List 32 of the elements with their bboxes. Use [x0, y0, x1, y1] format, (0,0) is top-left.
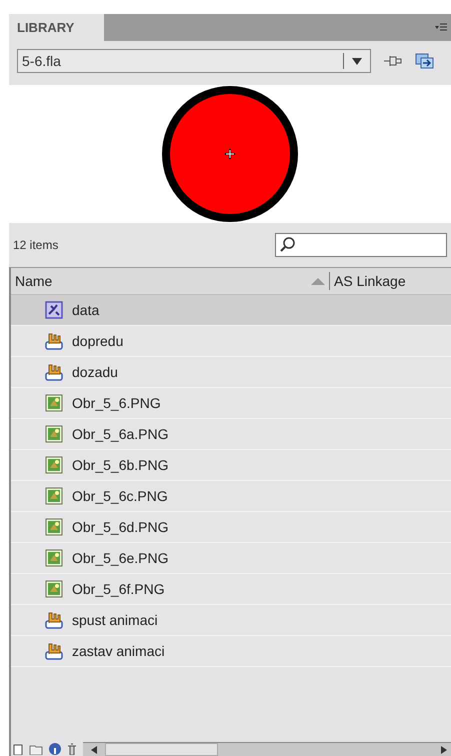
new-panel-icon[interactable]: [415, 53, 435, 69]
document-dropdown[interactable]: 5-6.fla: [17, 49, 371, 73]
image-icon: [45, 487, 63, 505]
scroll-left-icon[interactable]: [91, 746, 97, 754]
image-icon: [45, 518, 63, 536]
column-header[interactable]: AS Linkage: [334, 270, 451, 292]
horizontal-scrollbar[interactable]: [83, 742, 451, 756]
new-symbol-icon[interactable]: [13, 743, 23, 755]
caret-icon: [352, 58, 362, 64]
image-icon: [45, 394, 63, 412]
trash-icon[interactable]: [67, 743, 77, 755]
hand-icon: [45, 611, 63, 629]
folder-icon[interactable]: [29, 743, 43, 755]
image-icon: [45, 425, 63, 443]
image-icon: [45, 456, 63, 474]
panel-menu-icon[interactable]: [435, 22, 447, 32]
scroll-right-icon[interactable]: [441, 746, 447, 754]
scroll-thumb[interactable]: [105, 743, 218, 756]
info-icon[interactable]: [49, 743, 61, 755]
image-icon: [45, 580, 63, 598]
pin-icon[interactable]: [383, 53, 403, 69]
image-icon: [45, 549, 63, 567]
library-item[interactable]: data: [11, 295, 451, 326]
hand-icon: [45, 363, 63, 381]
item-count: 12 items: [13, 237, 60, 254]
hand-icon: [45, 332, 63, 350]
search-icon: [280, 237, 296, 253]
graphic-symbol-icon: [45, 301, 63, 319]
column-header[interactable]: Name: [11, 270, 311, 292]
hand-icon: [45, 642, 63, 660]
search-field[interactable]: [275, 233, 447, 257]
library-tab[interactable]: LIBRARY: [9, 14, 104, 41]
